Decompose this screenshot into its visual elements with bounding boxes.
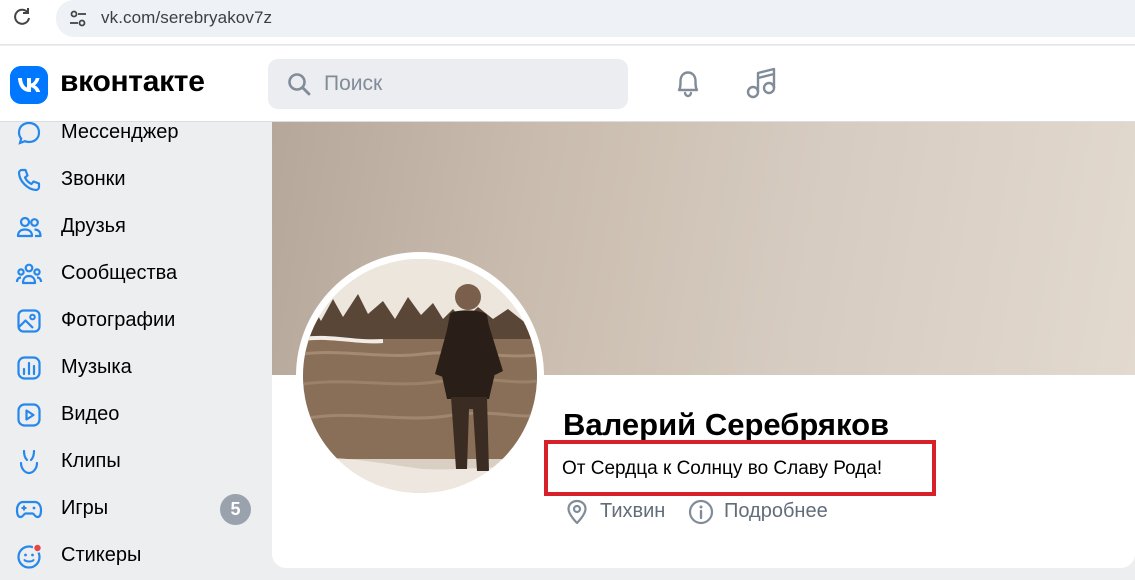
- sidebar-item-label: Друзья: [61, 215, 126, 237]
- vk-wordmark[interactable]: вконтакте: [60, 65, 205, 99]
- search-input[interactable]: [324, 59, 614, 109]
- sidebar-item-messenger[interactable]: Мессенджер: [0, 112, 270, 152]
- sidebar-item-label: Клипы: [61, 450, 121, 472]
- communities-icon: [15, 263, 43, 285]
- bell-icon[interactable]: [670, 65, 706, 101]
- search-icon: [288, 73, 311, 96]
- vk-logo-icon[interactable]: [10, 66, 48, 104]
- profile-status: От Сердца к Солнцу во Славу Рода!: [562, 458, 883, 479]
- avatar[interactable]: [303, 259, 537, 493]
- sidebar-item-label: Фотографии: [61, 309, 176, 331]
- sidebar-item-photos[interactable]: Фотографии: [0, 300, 270, 340]
- sidebar-item-music[interactable]: Музыка: [0, 347, 270, 387]
- sidebar-item-video[interactable]: Видео: [0, 394, 270, 434]
- photo-icon: [17, 309, 41, 333]
- site-settings-icon[interactable]: [66, 7, 90, 31]
- profile-city[interactable]: Тихвин: [600, 500, 665, 523]
- reload-icon[interactable]: [10, 5, 34, 29]
- sidebar-item-label: Стикеры: [61, 544, 142, 566]
- sidebar-item-label: Видео: [61, 403, 120, 425]
- details-link[interactable]: Подробнее: [724, 500, 828, 523]
- sidebar-item-label: Сообщества: [61, 262, 178, 284]
- sidebar-item-clips[interactable]: Клипы: [0, 441, 270, 481]
- music-note-icon[interactable]: [743, 65, 781, 101]
- browser-bar: vk.com/serebryakov7z: [0, 0, 1135, 45]
- site-header: вконтакте: [0, 46, 1135, 122]
- sidebar-item-label: Музыка: [61, 356, 132, 378]
- sidebar-item-friends[interactable]: Друзья: [0, 206, 270, 246]
- profile-name: Валерий Серебряков: [563, 407, 890, 442]
- video-icon: [17, 403, 41, 427]
- sidebar-item-label: Звонки: [61, 168, 126, 190]
- left-sidebar: Мессенджер Звонки Друзья Сообщества Фото…: [0, 121, 270, 580]
- sidebar-item-label: Мессенджер: [61, 121, 179, 143]
- games-count-badge: 5: [220, 494, 251, 525]
- message-icon: [17, 121, 41, 145]
- sidebar-item-communities[interactable]: Сообщества: [0, 253, 270, 293]
- sidebar-item-label: Игры: [61, 497, 109, 519]
- url-text[interactable]: vk.com/serebryakov7z: [101, 8, 272, 28]
- music-wave-icon: [17, 356, 41, 380]
- clips-icon: [19, 449, 39, 475]
- sidebar-item-calls[interactable]: Звонки: [0, 159, 270, 199]
- gamepad-icon: [15, 500, 43, 519]
- phone-icon: [17, 168, 41, 192]
- sticker-icon: [17, 543, 43, 569]
- location-pin-icon: [567, 499, 587, 525]
- sidebar-item-games[interactable]: Игры 5: [0, 488, 270, 528]
- avatar-photo: [303, 259, 537, 493]
- sidebar-item-stickers[interactable]: Стикеры: [0, 535, 270, 575]
- address-bar[interactable]: vk.com/serebryakov7z: [56, 0, 1135, 37]
- search-box[interactable]: [268, 59, 628, 109]
- info-icon: [688, 499, 714, 525]
- friends-icon: [16, 216, 42, 238]
